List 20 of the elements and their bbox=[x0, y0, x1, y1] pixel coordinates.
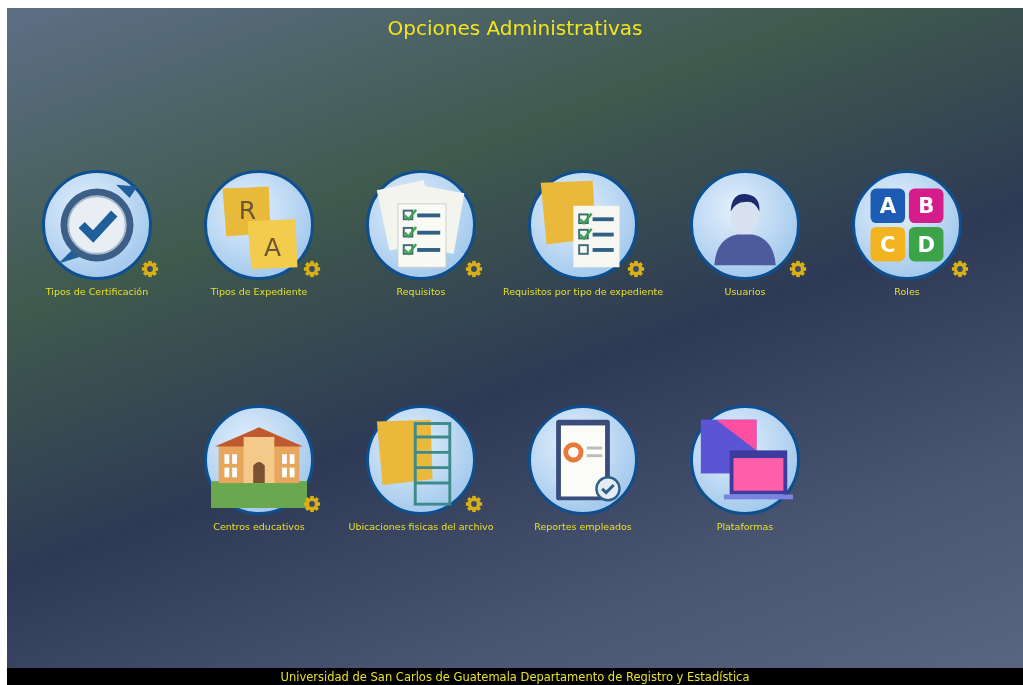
tile-label[interactable]: Reportes empleados bbox=[534, 521, 632, 532]
tile-label[interactable]: Requisitos por tipo de expediente bbox=[503, 286, 663, 297]
tile-label[interactable]: Requisitos bbox=[396, 286, 446, 297]
gear-icon[interactable] bbox=[627, 260, 645, 278]
gear-icon[interactable] bbox=[951, 260, 969, 278]
footer-text: Universidad de San Carlos de Guatemala Departamento de Registro y Estadística bbox=[280, 669, 750, 684]
tile-label[interactable]: Usuarios bbox=[724, 286, 766, 297]
tile-label[interactable]: Centros educativos bbox=[213, 521, 305, 532]
tile-label[interactable]: Tipos de Certificación bbox=[45, 286, 149, 297]
tile-label[interactable]: Plataformas bbox=[716, 521, 774, 532]
gear-icon[interactable] bbox=[465, 260, 483, 278]
tile-label[interactable]: Roles bbox=[894, 286, 920, 297]
gear-icon[interactable] bbox=[789, 260, 807, 278]
page-title: Opciones Administrativas bbox=[386, 15, 644, 42]
gear-icon[interactable] bbox=[141, 260, 159, 278]
gear-icon[interactable] bbox=[303, 260, 321, 278]
gear-icon[interactable] bbox=[303, 495, 321, 513]
gear-icon[interactable] bbox=[465, 495, 483, 513]
tile-label[interactable]: Tipos de Expediente bbox=[210, 286, 308, 297]
tile-label[interactable]: Ubicaciones fisicas del archivo bbox=[348, 521, 494, 532]
